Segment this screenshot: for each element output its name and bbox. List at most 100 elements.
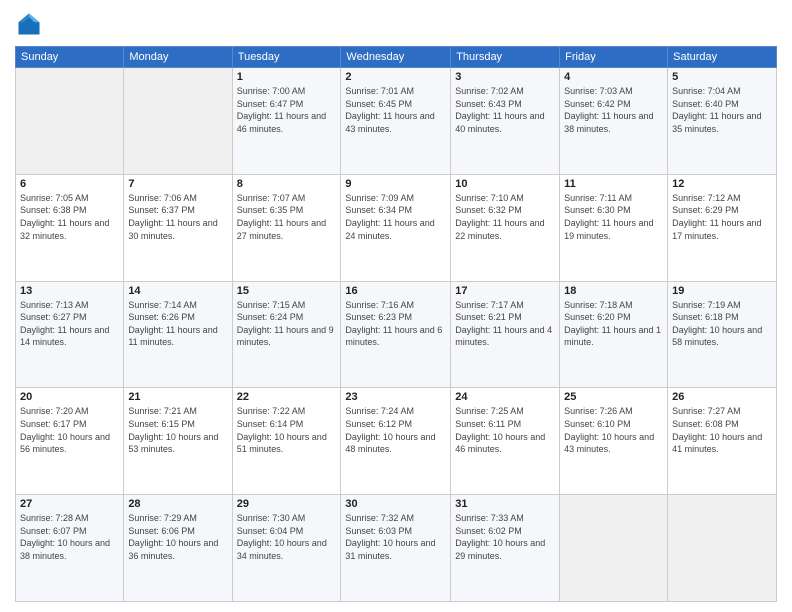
calendar-cell: 5 Sunrise: 7:04 AM Sunset: 6:40 PM Daylig…: [668, 68, 777, 175]
day-info: Sunrise: 7:12 AM Sunset: 6:29 PM Dayligh…: [672, 192, 772, 242]
weekday-header-monday: Monday: [124, 47, 232, 68]
day-number: 27: [20, 498, 119, 510]
weekday-header-row: SundayMondayTuesdayWednesdayThursdayFrid…: [16, 47, 777, 68]
day-number: 22: [237, 391, 337, 403]
day-number: 16: [345, 285, 446, 297]
calendar-cell: 29 Sunrise: 7:30 AM Sunset: 6:04 PM Dayli…: [232, 495, 341, 602]
day-info: Sunrise: 7:14 AM Sunset: 6:26 PM Dayligh…: [128, 299, 227, 349]
calendar-cell: 27 Sunrise: 7:28 AM Sunset: 6:07 PM Dayli…: [16, 495, 124, 602]
day-info: Sunrise: 7:03 AM Sunset: 6:42 PM Dayligh…: [564, 85, 663, 135]
day-number: 7: [128, 178, 227, 190]
day-info: Sunrise: 7:26 AM Sunset: 6:10 PM Dayligh…: [564, 405, 663, 455]
calendar-cell: 28 Sunrise: 7:29 AM Sunset: 6:06 PM Dayli…: [124, 495, 232, 602]
calendar-cell: 19Sunrise: 7:19 AM Sunset: 6:18 PM Dayli…: [668, 281, 777, 388]
day-number: 26: [672, 391, 772, 403]
weekday-header-sunday: Sunday: [16, 47, 124, 68]
day-info: Sunrise: 7:30 AM Sunset: 6:04 PM Dayligh…: [237, 512, 337, 562]
day-number: 18: [564, 285, 663, 297]
day-info: Sunrise: 7:25 AM Sunset: 6:11 PM Dayligh…: [455, 405, 555, 455]
day-info: Sunrise: 7:06 AM Sunset: 6:37 PM Dayligh…: [128, 192, 227, 242]
calendar-cell: [668, 495, 777, 602]
day-number: 29: [237, 498, 337, 510]
calendar-cell: [16, 68, 124, 175]
day-info: Sunrise: 7:09 AM Sunset: 6:34 PM Dayligh…: [345, 192, 446, 242]
header: [15, 10, 777, 38]
calendar-cell: 22 Sunrise: 7:22 AM Sunset: 6:14 PM Dayli…: [232, 388, 341, 495]
weekday-header-wednesday: Wednesday: [341, 47, 451, 68]
calendar-cell: 8 Sunrise: 7:07 AM Sunset: 6:35 PM Daylig…: [232, 174, 341, 281]
logo-icon: [15, 10, 43, 38]
calendar-cell: 21Sunrise: 7:21 AM Sunset: 6:15 PM Dayli…: [124, 388, 232, 495]
calendar-cell: 15 Sunrise: 7:15 AM Sunset: 6:24 PM Dayli…: [232, 281, 341, 388]
calendar-cell: [560, 495, 668, 602]
calendar-cell: 7 Sunrise: 7:06 AM Sunset: 6:37 PM Daylig…: [124, 174, 232, 281]
day-info: Sunrise: 7:22 AM Sunset: 6:14 PM Dayligh…: [237, 405, 337, 455]
week-row-5: 27 Sunrise: 7:28 AM Sunset: 6:07 PM Dayli…: [16, 495, 777, 602]
calendar-cell: 26 Sunrise: 7:27 AM Sunset: 6:08 PM Dayli…: [668, 388, 777, 495]
day-number: 14: [128, 285, 227, 297]
day-info: Sunrise: 7:00 AM Sunset: 6:47 PM Dayligh…: [237, 85, 337, 135]
calendar-cell: 10Sunrise: 7:10 AM Sunset: 6:32 PM Dayli…: [451, 174, 560, 281]
day-number: 17: [455, 285, 555, 297]
day-number: 3: [455, 71, 555, 83]
day-number: 21: [128, 391, 227, 403]
calendar-cell: 12 Sunrise: 7:12 AM Sunset: 6:29 PM Dayli…: [668, 174, 777, 281]
page: SundayMondayTuesdayWednesdayThursdayFrid…: [0, 0, 792, 612]
day-number: 11: [564, 178, 663, 190]
day-number: 23: [345, 391, 446, 403]
day-info: Sunrise: 7:27 AM Sunset: 6:08 PM Dayligh…: [672, 405, 772, 455]
calendar-cell: 23Sunrise: 7:24 AM Sunset: 6:12 PM Dayli…: [341, 388, 451, 495]
day-number: 25: [564, 391, 663, 403]
day-info: Sunrise: 7:05 AM Sunset: 6:38 PM Dayligh…: [20, 192, 119, 242]
calendar-cell: 9 Sunrise: 7:09 AM Sunset: 6:34 PM Daylig…: [341, 174, 451, 281]
calendar-cell: 13 Sunrise: 7:13 AM Sunset: 6:27 PM Dayli…: [16, 281, 124, 388]
day-info: Sunrise: 7:15 AM Sunset: 6:24 PM Dayligh…: [237, 299, 337, 349]
logo: [15, 10, 47, 38]
weekday-header-friday: Friday: [560, 47, 668, 68]
day-info: Sunrise: 7:32 AM Sunset: 6:03 PM Dayligh…: [345, 512, 446, 562]
calendar-cell: 6Sunrise: 7:05 AM Sunset: 6:38 PM Daylig…: [16, 174, 124, 281]
day-info: Sunrise: 7:28 AM Sunset: 6:07 PM Dayligh…: [20, 512, 119, 562]
calendar-cell: 20Sunrise: 7:20 AM Sunset: 6:17 PM Dayli…: [16, 388, 124, 495]
day-info: Sunrise: 7:02 AM Sunset: 6:43 PM Dayligh…: [455, 85, 555, 135]
day-number: 12: [672, 178, 772, 190]
day-info: Sunrise: 7:10 AM Sunset: 6:32 PM Dayligh…: [455, 192, 555, 242]
calendar-cell: 1Sunrise: 7:00 AM Sunset: 6:47 PM Daylig…: [232, 68, 341, 175]
calendar-cell: 18 Sunrise: 7:18 AM Sunset: 6:20 PM Dayli…: [560, 281, 668, 388]
day-number: 31: [455, 498, 555, 510]
calendar-cell: 24 Sunrise: 7:25 AM Sunset: 6:11 PM Dayli…: [451, 388, 560, 495]
day-number: 5: [672, 71, 772, 83]
day-number: 24: [455, 391, 555, 403]
calendar-cell: 3 Sunrise: 7:02 AM Sunset: 6:43 PM Daylig…: [451, 68, 560, 175]
calendar-cell: 17Sunrise: 7:17 AM Sunset: 6:21 PM Dayli…: [451, 281, 560, 388]
calendar-cell: 14 Sunrise: 7:14 AM Sunset: 6:26 PM Dayli…: [124, 281, 232, 388]
day-info: Sunrise: 7:33 AM Sunset: 6:02 PM Dayligh…: [455, 512, 555, 562]
day-info: Sunrise: 7:29 AM Sunset: 6:06 PM Dayligh…: [128, 512, 227, 562]
day-info: Sunrise: 7:18 AM Sunset: 6:20 PM Dayligh…: [564, 299, 663, 349]
day-info: Sunrise: 7:13 AM Sunset: 6:27 PM Dayligh…: [20, 299, 119, 349]
day-number: 19: [672, 285, 772, 297]
calendar-cell: 11 Sunrise: 7:11 AM Sunset: 6:30 PM Dayli…: [560, 174, 668, 281]
calendar-cell: 4Sunrise: 7:03 AM Sunset: 6:42 PM Daylig…: [560, 68, 668, 175]
day-info: Sunrise: 7:11 AM Sunset: 6:30 PM Dayligh…: [564, 192, 663, 242]
week-row-4: 20Sunrise: 7:20 AM Sunset: 6:17 PM Dayli…: [16, 388, 777, 495]
week-row-1: 1Sunrise: 7:00 AM Sunset: 6:47 PM Daylig…: [16, 68, 777, 175]
day-number: 9: [345, 178, 446, 190]
weekday-header-saturday: Saturday: [668, 47, 777, 68]
calendar-cell: [124, 68, 232, 175]
calendar-cell: 16 Sunrise: 7:16 AM Sunset: 6:23 PM Dayli…: [341, 281, 451, 388]
day-number: 15: [237, 285, 337, 297]
weekday-header-tuesday: Tuesday: [232, 47, 341, 68]
day-info: Sunrise: 7:04 AM Sunset: 6:40 PM Dayligh…: [672, 85, 772, 135]
calendar-table: SundayMondayTuesdayWednesdayThursdayFrid…: [15, 46, 777, 602]
day-info: Sunrise: 7:07 AM Sunset: 6:35 PM Dayligh…: [237, 192, 337, 242]
calendar-cell: 30Sunrise: 7:32 AM Sunset: 6:03 PM Dayli…: [341, 495, 451, 602]
day-info: Sunrise: 7:16 AM Sunset: 6:23 PM Dayligh…: [345, 299, 446, 349]
calendar-cell: 25 Sunrise: 7:26 AM Sunset: 6:10 PM Dayli…: [560, 388, 668, 495]
day-info: Sunrise: 7:01 AM Sunset: 6:45 PM Dayligh…: [345, 85, 446, 135]
day-info: Sunrise: 7:20 AM Sunset: 6:17 PM Dayligh…: [20, 405, 119, 455]
day-number: 13: [20, 285, 119, 297]
day-number: 28: [128, 498, 227, 510]
week-row-3: 13 Sunrise: 7:13 AM Sunset: 6:27 PM Dayli…: [16, 281, 777, 388]
day-number: 8: [237, 178, 337, 190]
